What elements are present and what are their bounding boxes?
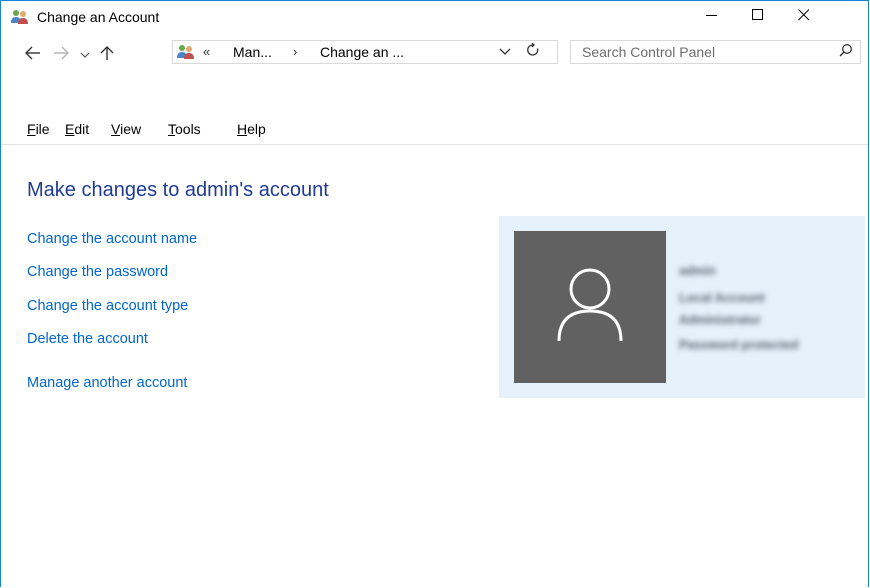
refresh-button[interactable] (519, 41, 547, 63)
search-button[interactable] (833, 41, 859, 63)
account-role: Administrator (679, 313, 761, 327)
password-status: Password protected (679, 338, 799, 352)
arrow-up-icon (100, 45, 114, 66)
user-accounts-icon (177, 44, 195, 60)
maximize-button[interactable] (735, 1, 781, 33)
address-bar[interactable]: « Man... › Change an ... (172, 40, 558, 64)
menu-help[interactable]: Help (235, 121, 268, 137)
change-password-link[interactable]: Change the password (27, 264, 168, 280)
arrow-left-icon (25, 46, 41, 65)
address-history-button[interactable] (493, 41, 517, 63)
search-icon (839, 43, 853, 62)
window-title: Change an Account (37, 9, 160, 25)
menu-view[interactable]: View (109, 121, 143, 137)
user-icon (555, 265, 625, 350)
refresh-icon (526, 42, 540, 62)
page-title: Make changes to admin's account (27, 179, 329, 201)
forward-button[interactable] (49, 45, 73, 65)
change-account-window: Change an Account « Man... › Change an .… (0, 0, 869, 587)
account-name: admin (679, 264, 716, 278)
menu-bar: File Edit View Tools Help (1, 115, 868, 145)
up-button[interactable] (95, 45, 119, 65)
breadcrumb-segment[interactable]: Change an ... (320, 44, 404, 60)
menu-tools[interactable]: Tools (166, 121, 203, 137)
manage-another-account-link[interactable]: Manage another account (27, 375, 187, 391)
title-bar[interactable]: Change an Account (1, 1, 868, 33)
address-overflow-button[interactable]: « (203, 44, 210, 59)
search-box[interactable] (570, 40, 861, 64)
close-icon (798, 8, 810, 26)
chevron-down-icon (80, 46, 90, 64)
account-info-panel: admin Local Account Administrator Passwo… (499, 216, 865, 398)
avatar (514, 231, 666, 383)
menu-file[interactable]: File (25, 121, 52, 137)
minimize-button[interactable] (689, 1, 735, 33)
search-input[interactable] (571, 41, 832, 63)
menu-edit[interactable]: Edit (63, 121, 91, 137)
close-button[interactable] (781, 1, 827, 33)
back-button[interactable] (21, 45, 45, 65)
minimize-icon (706, 8, 718, 26)
breadcrumb-separator[interactable]: › (293, 44, 297, 59)
delete-account-link[interactable]: Delete the account (27, 331, 148, 347)
breadcrumb-segment[interactable]: Man... (233, 44, 272, 60)
user-accounts-icon (11, 9, 29, 25)
recent-locations-button[interactable] (78, 45, 92, 65)
change-account-type-link[interactable]: Change the account type (27, 298, 188, 314)
account-type: Local Account (679, 291, 765, 305)
change-account-name-link[interactable]: Change the account name (27, 231, 197, 247)
maximize-icon (752, 8, 764, 26)
chevron-down-icon (499, 43, 511, 61)
arrow-right-icon (53, 46, 69, 65)
